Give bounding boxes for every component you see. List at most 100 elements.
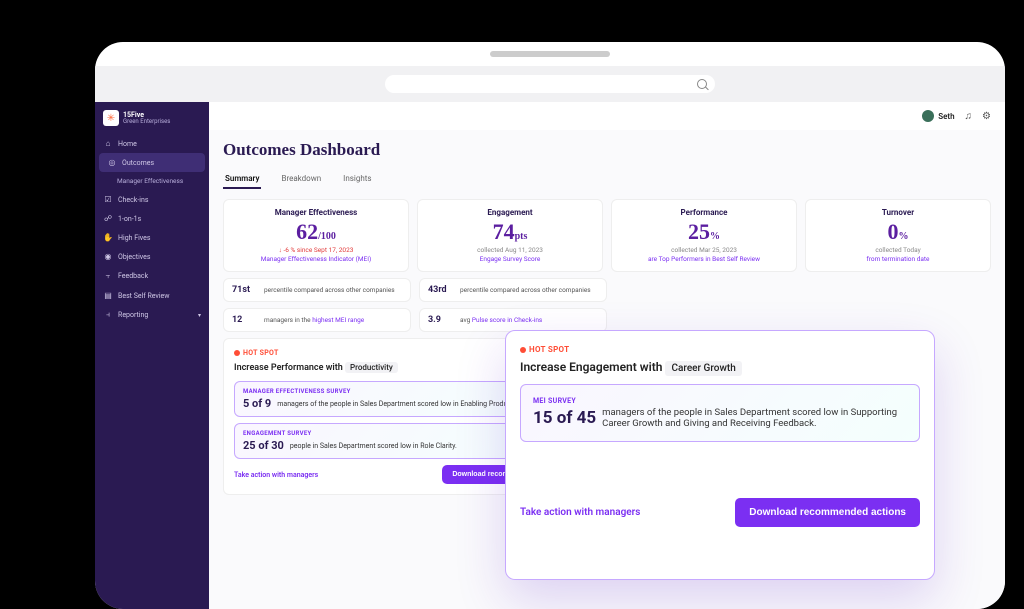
user-name: Seth (938, 112, 954, 121)
mini-eng-percentile: 43rdpercentile compared across other com… (419, 278, 607, 302)
card-mei[interactable]: Manager Effectiveness 62/100 ↓ -6 % sinc… (223, 199, 409, 272)
nav-label: Reporting (118, 311, 148, 319)
nav-outcomes[interactable]: ◎Outcomes (99, 153, 205, 172)
nav-objectives[interactable]: ◉ Objectives (95, 247, 209, 266)
mini-stat: 43rd (428, 285, 454, 295)
hotspot-title: Increase Engagement with Career Growth (520, 360, 920, 374)
tab-insights[interactable]: Insights (341, 170, 373, 189)
tab-breakdown[interactable]: Breakdown (279, 170, 323, 189)
nav-feedback[interactable]: ⫟Feedback (95, 266, 209, 286)
card-value: 74pts (428, 221, 592, 243)
mini-spacer (615, 278, 991, 332)
value-unit: % (899, 231, 909, 242)
nav-label: Objectives (118, 253, 150, 261)
download-actions-button[interactable]: Download recommended actions (735, 498, 920, 527)
mini-stat: 3.9 (428, 315, 454, 325)
card-sub: collected Today (816, 246, 980, 254)
brand-logo-icon: ✳ (103, 110, 119, 126)
mini-mei-percentile: 71stpercentile compared across other com… (223, 278, 411, 302)
bell-icon[interactable]: ♫ (965, 111, 973, 122)
take-action-link[interactable]: Take action with managers (234, 471, 318, 479)
nav-bestself[interactable]: ▤Best Self Review (95, 286, 209, 305)
card-title: Turnover (816, 208, 980, 217)
people-icon: ☍ (103, 214, 113, 223)
value-number: 25 (688, 219, 710, 244)
user-menu[interactable]: Seth (922, 110, 954, 122)
brand-text: 15Five Green Enterprises (123, 111, 170, 126)
card-link[interactable]: are Top Performers in Best Self Review (622, 255, 786, 263)
hotspot-actions: Take action with managers Download recom… (520, 498, 920, 527)
take-action-link[interactable]: Take action with managers (520, 507, 640, 518)
brand-org: Green Enterprises (123, 119, 170, 126)
value-number: 62 (296, 219, 318, 244)
nav-label: Manager Effectiveness (117, 177, 183, 185)
nav-checkins[interactable]: ☑ Check-ins (95, 190, 209, 209)
card-turnover[interactable]: Turnover 0% collected Today from termina… (805, 199, 991, 272)
hotspot-label-text: HOT SPOT (243, 349, 279, 357)
gear-icon[interactable]: ⚙ (982, 111, 991, 122)
speaker-pill (490, 51, 610, 57)
card-value: 0% (816, 221, 980, 243)
hotspot-label-text: HOT SPOT (529, 345, 569, 354)
hotspot-title-prefix: Increase Performance with (234, 363, 345, 373)
check-icon: ☑ (103, 195, 113, 204)
card-link[interactable]: Engage Survey Score (428, 255, 592, 263)
browser-bar (95, 66, 1005, 102)
card-engagement[interactable]: Engagement 74pts collected Aug 11, 2023 … (417, 199, 603, 272)
brand[interactable]: ✳ 15Five Green Enterprises (95, 110, 209, 134)
chart-icon: ⫟ (103, 271, 113, 281)
value-unit: % (710, 231, 720, 242)
card-value: 25% (622, 221, 786, 243)
mini-mei-managers: 12 managers in the highest MEI range (223, 308, 411, 332)
card-delta: ↓ -6 % since Sept 17, 2023 (234, 246, 398, 254)
url-input[interactable] (385, 75, 715, 93)
survey-text: managers of the people in Sales Departme… (277, 400, 527, 408)
hotspot-dot-icon (520, 347, 526, 353)
hotspot-label: HOT SPOT (520, 345, 920, 354)
survey-ratio: 15 of 45 (533, 408, 596, 428)
mini-link[interactable]: Pulse score in Check-ins (472, 316, 542, 324)
survey-text: managers of the people in Sales Departme… (602, 407, 907, 429)
avatar (922, 110, 934, 122)
bullseye-icon: ◉ (103, 252, 113, 261)
card-link[interactable]: from termination date (816, 255, 980, 263)
hotspot-chip[interactable]: Career Growth (665, 361, 741, 376)
survey-ratio: 5 of 9 (243, 397, 271, 410)
survey-body: 15 of 45 managers of the people in Sales … (533, 407, 907, 429)
nav-label: Home (118, 140, 137, 148)
card-link[interactable]: Manager Effectiveness Indicator (MEI) (234, 255, 398, 263)
mini-col-eng: 43rdpercentile compared across other com… (419, 278, 607, 332)
nav-1on1s[interactable]: ☍ 1-on-1s (95, 209, 209, 228)
nav-reporting[interactable]: ⫞Reporting▾ (95, 305, 209, 325)
survey-ratio: 25 of 30 (243, 439, 284, 452)
hotspot-chip[interactable]: Productivity (345, 362, 398, 373)
card-sub: collected Aug 11, 2023 (428, 246, 592, 254)
card-value: 62/100 (234, 221, 398, 243)
nav-home[interactable]: ⌂ Home (95, 134, 209, 153)
nav-highfives[interactable]: ✋High Fives (95, 228, 209, 247)
mini-text: managers in the highest MEI range (264, 316, 364, 324)
page-title: Outcomes Dashboard (223, 140, 991, 160)
card-sub: collected Mar 25, 2023 (622, 246, 786, 254)
hotspot-title-prefix: Increase Engagement with (520, 360, 665, 374)
value-unit: /100 (318, 231, 336, 242)
survey-text: people in Sales Department scored low in… (290, 442, 457, 450)
device-notch (95, 42, 1005, 66)
chevron-down-icon: ▾ (198, 312, 201, 319)
mini-link[interactable]: highest MEI range (312, 316, 364, 324)
value-number: 0 (888, 219, 899, 244)
home-icon: ⌂ (103, 139, 113, 148)
nav-outcomes-sub[interactable]: Manager Effectiveness (95, 172, 209, 190)
nav-label: Check-ins (118, 196, 148, 204)
hotspot-engagement-overlay: HOT SPOT Increase Engagement with Career… (505, 330, 935, 580)
mini-stat: 71st (232, 285, 258, 295)
card-title: Performance (622, 208, 786, 217)
nav-label: 1-on-1s (118, 215, 141, 223)
survey-box-mei: MEI SURVEY 15 of 45managers of the peopl… (520, 384, 920, 442)
card-performance[interactable]: Performance 25% collected Mar 25, 2023 a… (611, 199, 797, 272)
mini-text: avg Pulse score in Check-ins (460, 316, 542, 324)
card-title: Manager Effectiveness (234, 208, 398, 217)
mini-stat: 12 (232, 315, 258, 325)
nav-label: Best Self Review (118, 292, 170, 300)
tab-summary[interactable]: Summary (223, 170, 261, 189)
